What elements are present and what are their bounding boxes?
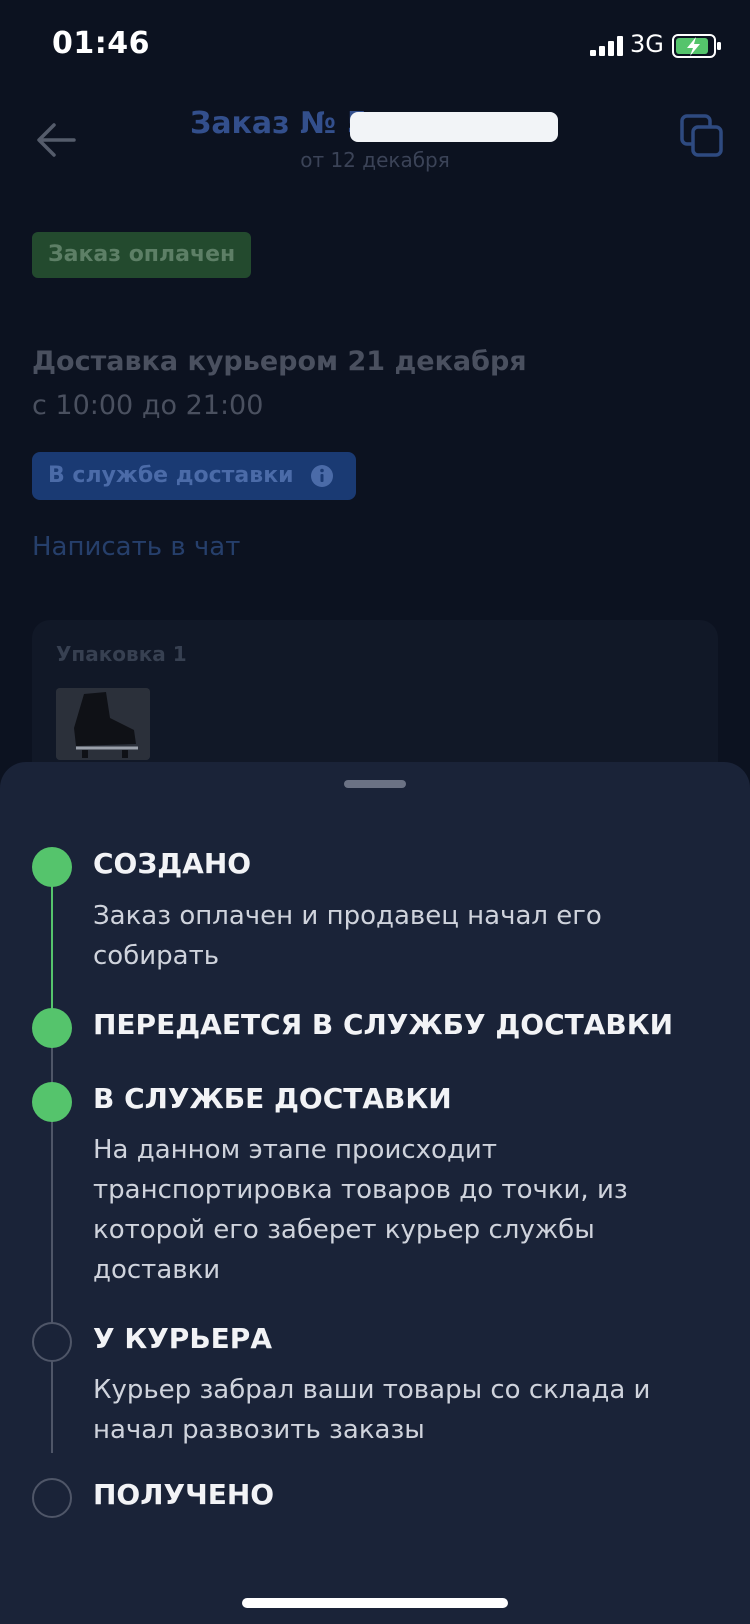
step-title: ПЕРЕДАЕТСЯ В СЛУЖБУ ДОСТАВКИ [93, 1008, 674, 1041]
step-title: В СЛУЖБЕ ДОСТАВКИ [93, 1082, 452, 1115]
status-bar: 01:46 3G [0, 0, 750, 92]
product-thumbnail[interactable] [56, 688, 150, 760]
battery-charging-icon [672, 34, 721, 58]
skate-thumbnail [56, 688, 150, 760]
delivery-status-badge[interactable]: В службе доставки [32, 452, 356, 500]
status-timeline-sheet: СОЗДАНО Заказ оплачен и продавец начал е… [0, 762, 750, 1624]
step-pending-icon [32, 1478, 72, 1518]
step-done-icon [32, 1008, 72, 1048]
order-page: Заказ № 5 от 12 декабря Заказ оплачен До… [0, 92, 750, 810]
copy-icon[interactable] [680, 114, 724, 158]
order-date: от 12 декабря [300, 148, 450, 172]
step-title: У КУРЬЕРА [93, 1322, 272, 1355]
info-icon[interactable] [310, 464, 334, 488]
step-done-icon [32, 1082, 72, 1122]
delivery-status-label: В службе доставки [48, 463, 294, 488]
step-title: ПОЛУЧЕНО [93, 1478, 275, 1511]
chat-link[interactable]: Написать в чат [32, 532, 240, 562]
signal-icon [590, 36, 623, 56]
network-type: 3G [630, 30, 664, 58]
step-title: СОЗДАНО [93, 847, 252, 880]
delivery-title: Доставка курьером 21 декабря [32, 346, 527, 377]
redacted-order-number [350, 112, 558, 142]
order-title: Заказ № 5 [190, 106, 368, 141]
package-title: Упаковка 1 [56, 642, 187, 666]
status-time: 01:46 [52, 26, 150, 61]
step-description: На данном этапе происходит транспортиров… [93, 1135, 628, 1285]
sheet-grabber[interactable] [344, 780, 406, 788]
step-done-icon [32, 847, 72, 887]
delivery-time-window: с 10:00 до 21:00 [32, 390, 264, 421]
step-description: Заказ оплачен и продавец начал его собир… [93, 901, 602, 971]
payment-status-badge: Заказ оплачен [32, 232, 252, 278]
home-indicator[interactable] [242, 1598, 508, 1608]
step-description: Курьер забрал ваши товары со склада и на… [93, 1375, 651, 1445]
step-pending-icon [32, 1322, 72, 1362]
